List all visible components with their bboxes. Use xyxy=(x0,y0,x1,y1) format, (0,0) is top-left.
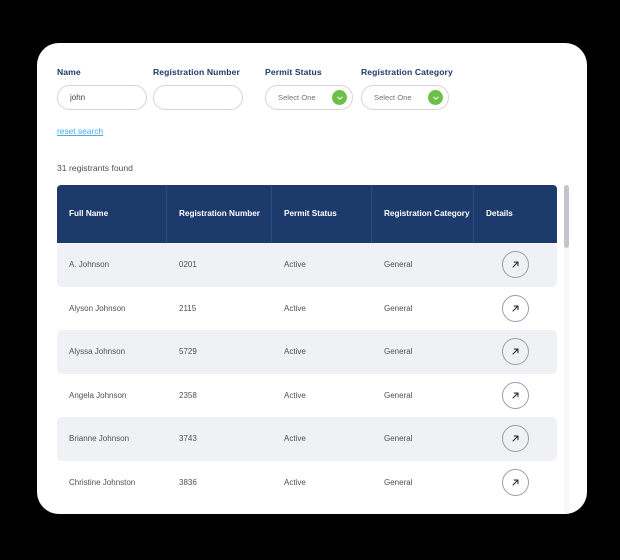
arrow-up-right-icon xyxy=(510,390,521,401)
table-scrollbar-thumb[interactable] xyxy=(564,185,569,248)
cell-permit-status: Active xyxy=(284,347,306,357)
filter-name-label: Name xyxy=(57,67,81,77)
details-button[interactable] xyxy=(502,468,529,496)
column-header-permit-status: Permit Status xyxy=(272,185,372,243)
cell-details xyxy=(474,287,557,331)
cell-details xyxy=(474,461,557,505)
cell-permit-status: Active xyxy=(284,390,306,400)
cell-full-name: Alyson Johnson xyxy=(69,303,126,313)
cell-registration-category: General xyxy=(384,260,413,270)
registrant-search-card: Name Registration Number Permit Status S… xyxy=(37,43,587,514)
column-header-registration-category: Registration Category xyxy=(372,185,474,243)
cell-full-name: A. Johnson xyxy=(69,260,110,270)
cell-full-name: Alyssa Johnson xyxy=(69,347,126,357)
table-row[interactable]: Alyssa Johnson 5729 Active General xyxy=(57,330,557,374)
cell-details xyxy=(474,374,557,418)
cell-registration-number: 2115 xyxy=(179,303,197,313)
registration-category-selected-value: Select One xyxy=(374,93,412,102)
cell-registration-category: General xyxy=(384,303,413,313)
details-button[interactable] xyxy=(502,338,529,366)
table-row[interactable]: Alyson Johnson 2115 Active General xyxy=(57,286,557,331)
registrants-table: Full Name Registration Number Permit Sta… xyxy=(57,185,569,514)
filter-registration-category: Registration Category Select One xyxy=(361,67,457,110)
filter-registration-number: Registration Number xyxy=(153,67,249,110)
results-count-label: 31 registrants found xyxy=(57,163,133,173)
cell-registration-number: 5729 xyxy=(179,347,197,357)
filter-permit-status: Permit Status Select One xyxy=(265,67,361,110)
cell-registration-category: General xyxy=(384,434,413,444)
name-input[interactable] xyxy=(57,85,147,110)
column-header-full-name: Full Name xyxy=(57,185,167,243)
cell-details xyxy=(474,330,557,374)
details-button[interactable] xyxy=(502,251,529,279)
table-row[interactable]: Christine Johnston 3836 Active General xyxy=(57,460,557,505)
arrow-up-right-icon xyxy=(510,346,521,357)
arrow-up-right-icon xyxy=(510,433,521,444)
details-button[interactable] xyxy=(502,381,529,409)
chevron-down-icon[interactable] xyxy=(428,90,443,105)
cell-permit-status: Active xyxy=(284,260,306,270)
cell-registration-category: General xyxy=(384,477,413,487)
table-row[interactable]: Angela Johnson 2358 Active General xyxy=(57,373,557,418)
details-button[interactable] xyxy=(502,425,529,453)
table-body: A. Johnson 0201 Active General Alyson Jo… xyxy=(57,243,569,504)
permit-status-selected-value: Select One xyxy=(278,93,316,102)
details-button[interactable] xyxy=(502,294,529,322)
cell-full-name: Brianne Johnson xyxy=(69,434,130,444)
cell-registration-number: 3836 xyxy=(179,477,197,487)
filter-registration-category-label: Registration Category xyxy=(361,67,453,77)
filter-registration-number-label: Registration Number xyxy=(153,67,240,77)
cell-permit-status: Active xyxy=(284,477,306,487)
cell-full-name: Angela Johnson xyxy=(69,390,127,400)
registration-category-select[interactable]: Select One xyxy=(361,85,449,110)
arrow-up-right-icon xyxy=(510,303,521,314)
cell-registration-number: 0201 xyxy=(179,260,197,270)
table-row[interactable]: Brianne Johnson 3743 Active General xyxy=(57,417,557,461)
cell-details xyxy=(474,243,557,287)
cell-permit-status: Active xyxy=(284,434,306,444)
table-scroll-area: Full Name Registration Number Permit Sta… xyxy=(57,185,569,514)
reset-search-link[interactable]: reset search xyxy=(57,126,103,136)
arrow-up-right-icon xyxy=(510,477,521,488)
filter-name: Name xyxy=(57,67,153,110)
cell-details xyxy=(474,417,557,461)
column-header-details: Details xyxy=(486,209,513,219)
cell-registration-number: 2358 xyxy=(179,390,197,400)
cell-registration-number: 3743 xyxy=(179,434,197,444)
cell-registration-category: General xyxy=(384,390,413,400)
registration-number-input[interactable] xyxy=(153,85,243,110)
column-header-registration-number: Registration Number xyxy=(167,185,272,243)
permit-status-select[interactable]: Select One xyxy=(265,85,353,110)
filter-permit-status-label: Permit Status xyxy=(265,67,322,77)
cell-permit-status: Active xyxy=(284,303,306,313)
arrow-up-right-icon xyxy=(510,259,521,270)
cell-full-name: Christine Johnston xyxy=(69,477,136,487)
table-row[interactable]: A. Johnson 0201 Active General xyxy=(57,243,557,287)
table-scrollbar-track[interactable] xyxy=(564,185,569,514)
table-header-row: Full Name Registration Number Permit Sta… xyxy=(57,185,557,243)
chevron-down-icon[interactable] xyxy=(332,90,347,105)
cell-registration-category: General xyxy=(384,347,413,357)
